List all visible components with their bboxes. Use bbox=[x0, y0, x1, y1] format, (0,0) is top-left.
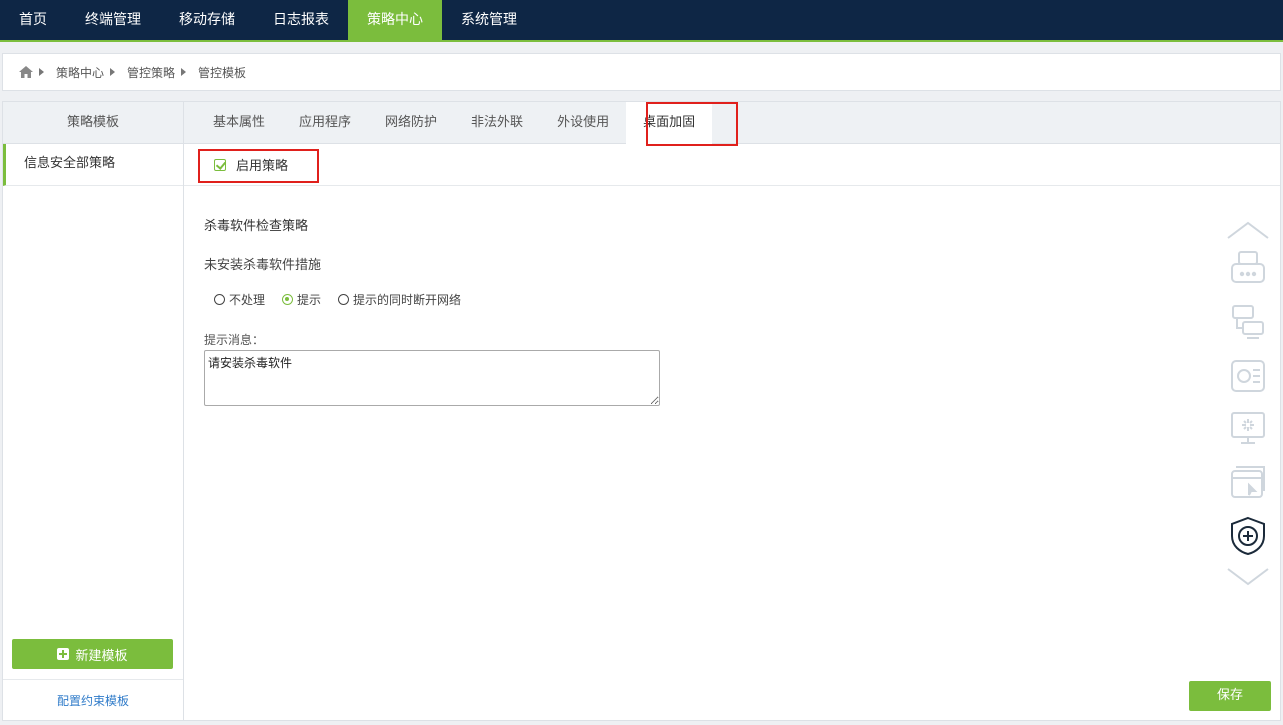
enable-policy-label[interactable]: 启用策略 bbox=[236, 155, 288, 174]
policy-tabs: 基本属性 应用程序 网络防护 非法外联 外设使用 桌面加固 bbox=[184, 102, 1280, 144]
breadcrumb: 策略中心 管控策略 管控模板 bbox=[2, 53, 1281, 91]
new-template-label: 新建模板 bbox=[75, 648, 128, 664]
divider bbox=[3, 679, 183, 680]
shield-plus-icon[interactable] bbox=[1224, 516, 1272, 556]
browser-window-icon[interactable] bbox=[1224, 463, 1272, 499]
sidebar-item-infosec-policy[interactable]: 信息安全部策略 bbox=[3, 144, 183, 186]
breadcrumb-control-template: 管控模板 bbox=[198, 65, 247, 80]
enable-policy-row: 启用策略 bbox=[184, 144, 1280, 186]
section-title: 杀毒软件检查策略 bbox=[204, 219, 309, 234]
tab-applications[interactable]: 应用程序 bbox=[282, 102, 368, 144]
top-nav: 首页 终端管理 移动存储 日志报表 策略中心 系统管理 bbox=[0, 0, 1283, 40]
plus-icon bbox=[57, 648, 70, 660]
config-constraint-template-link[interactable]: 配置约束模板 bbox=[3, 692, 183, 709]
nav-item-home[interactable]: 首页 bbox=[0, 0, 66, 40]
nav-item-mobile-storage[interactable]: 移动存储 bbox=[160, 0, 254, 40]
radio-option-prompt-disconnect[interactable]: 提示的同时断开网络 bbox=[338, 291, 461, 308]
home-icon[interactable] bbox=[19, 66, 33, 78]
radio-button[interactable] bbox=[338, 294, 350, 305]
radio-button-selected[interactable] bbox=[282, 294, 294, 305]
nav-underline bbox=[0, 40, 1283, 42]
settings-list-icon[interactable] bbox=[1224, 358, 1272, 394]
measure-radio-group: 不处理 提示 提示的同时断开网络 bbox=[214, 291, 478, 308]
chevron-up-icon[interactable] bbox=[1224, 220, 1272, 240]
breadcrumb-separator bbox=[39, 68, 44, 76]
tab-illegal-outreach[interactable]: 非法外联 bbox=[454, 102, 540, 144]
nav-item-terminal[interactable]: 终端管理 bbox=[66, 0, 160, 40]
enable-policy-checkbox[interactable] bbox=[214, 158, 226, 171]
device-connect-icon[interactable] bbox=[1224, 304, 1272, 340]
chevron-down-icon[interactable] bbox=[1224, 566, 1272, 586]
new-template-button[interactable]: 新建模板 bbox=[12, 639, 173, 669]
printer-icon[interactable] bbox=[1224, 250, 1272, 286]
nav-item-log-report[interactable]: 日志报表 bbox=[254, 0, 348, 40]
nav-item-system[interactable]: 系统管理 bbox=[442, 0, 536, 40]
desktop-loading-icon[interactable] bbox=[1224, 410, 1272, 446]
tab-desktop-hardening[interactable]: 桌面加固 bbox=[626, 102, 713, 144]
message-label: 提示消息： bbox=[204, 333, 265, 347]
message-textarea[interactable] bbox=[204, 350, 660, 406]
save-button[interactable]: 保存 bbox=[1189, 681, 1271, 711]
radio-label: 提示的同时断开网络 bbox=[353, 293, 462, 307]
nav-item-policy-center[interactable]: 策略中心 bbox=[348, 0, 442, 40]
breadcrumb-policy-center[interactable]: 策略中心 bbox=[56, 64, 104, 81]
breadcrumb-separator bbox=[181, 68, 187, 76]
main-panel: 策略模板 信息安全部策略 新建模板 配置约束模板 基本属性 应用程序 网络防护 … bbox=[2, 101, 1281, 721]
tab-peripheral-usage[interactable]: 外设使用 bbox=[540, 102, 626, 144]
radio-option-no-action[interactable]: 不处理 bbox=[214, 291, 265, 308]
radio-label: 不处理 bbox=[229, 293, 266, 307]
policy-content: 基本属性 应用程序 网络防护 非法外联 外设使用 桌面加固 启用策略 杀毒软件检… bbox=[184, 102, 1280, 720]
tab-basic-properties[interactable]: 基本属性 bbox=[196, 102, 282, 144]
breadcrumb-separator bbox=[110, 68, 116, 76]
measure-label: 未安装杀毒软件措施 bbox=[204, 258, 322, 273]
radio-label: 提示 bbox=[297, 293, 322, 307]
sidebar-title: 策略模板 bbox=[3, 102, 183, 144]
radio-option-prompt[interactable]: 提示 bbox=[282, 291, 321, 308]
tab-network-protection[interactable]: 网络防护 bbox=[368, 102, 454, 144]
breadcrumb-control-policy[interactable]: 管控策略 bbox=[127, 64, 175, 81]
radio-button[interactable] bbox=[214, 294, 225, 305]
template-sidebar: 策略模板 信息安全部策略 新建模板 配置约束模板 bbox=[3, 102, 184, 720]
